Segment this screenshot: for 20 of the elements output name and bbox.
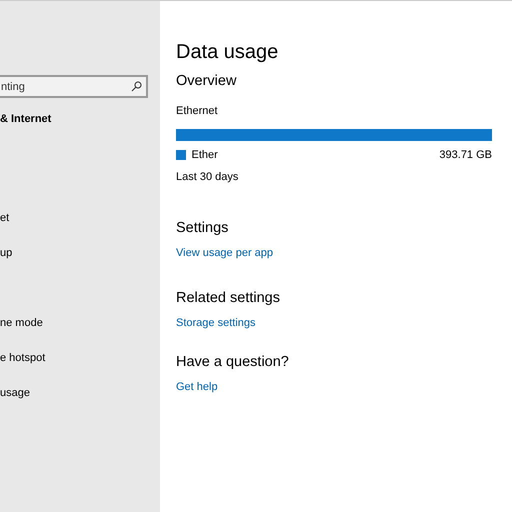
search-field[interactable]: nting bbox=[0, 75, 148, 98]
usage-amount: 393.71 GB bbox=[439, 148, 492, 163]
sidebar-item[interactable]: usage bbox=[0, 385, 30, 402]
sidebar-item[interactable]: ne mode bbox=[0, 315, 43, 332]
section-heading: Overview bbox=[176, 72, 238, 91]
settings-link[interactable]: View usage per app bbox=[176, 246, 274, 259]
legend-label: Ether bbox=[192, 148, 218, 163]
search-icon[interactable] bbox=[131, 81, 142, 92]
settings-link[interactable]: Storage settings bbox=[176, 316, 256, 329]
section-heading: Related settings bbox=[176, 289, 281, 308]
settings-link[interactable]: Get help bbox=[176, 380, 218, 393]
section-heading: Settings bbox=[176, 219, 230, 238]
page-title: Data usage bbox=[176, 40, 280, 65]
sidebar-item[interactable]: e hotspot bbox=[0, 350, 46, 367]
section-title: & Internet bbox=[0, 112, 52, 127]
sidebar-item[interactable]: up bbox=[0, 245, 12, 262]
network-label: Ethernet bbox=[176, 104, 219, 119]
section-heading: Have a question? bbox=[176, 353, 290, 372]
sidebar-item[interactable]: et bbox=[0, 210, 10, 227]
period-label: Last 30 days bbox=[176, 170, 240, 185]
